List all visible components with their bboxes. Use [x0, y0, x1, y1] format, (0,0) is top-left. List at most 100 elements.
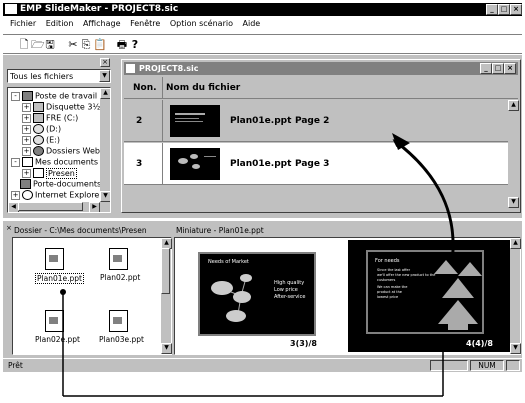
expand-toggle[interactable]: + [11, 190, 20, 200]
slide-thumb-card-selected[interactable]: For needs Since the last offer we'll off… [348, 240, 511, 352]
file-name: Plan03e.ppt [99, 335, 144, 344]
pyramid-diagram [434, 260, 482, 330]
copy-icon[interactable]: ⎘ [80, 39, 92, 51]
menu-aide[interactable]: Aide [243, 19, 261, 28]
file-item[interactable]: Plan01e.ppt [35, 248, 84, 288]
tree-item-fre-c[interactable]: + FRE (C:) [22, 113, 78, 123]
tree-item-internet-explorer[interactable]: + Internet Explorer [11, 190, 103, 200]
column-header-file[interactable]: Nom du fichier [166, 83, 240, 93]
project-header: Non. Nom du fichier [124, 77, 518, 99]
cd-icon [33, 124, 44, 134]
paste-icon[interactable]: 📋 [93, 39, 107, 51]
minimize-button[interactable]: _ [486, 4, 498, 15]
thumb-page-label: 3(3)/8 [290, 339, 317, 348]
app-logo-icon [5, 4, 17, 14]
num-lock-indicator: NUM [470, 360, 504, 371]
tree-item-poste-de-travail[interactable]: - Poste de travail [11, 91, 97, 101]
folder-icon [33, 168, 44, 178]
tree-item-disquette[interactable]: + Disquette 3½ [22, 102, 100, 112]
column-divider [162, 77, 163, 99]
thumbnail-vertical-scrollbar[interactable]: ▲ ▼ [510, 238, 521, 354]
row-file-name: Plan01e.ppt [230, 159, 292, 169]
column-header-no[interactable]: Non. [133, 83, 157, 93]
menu-option-scenario[interactable]: Option scénario [170, 19, 233, 28]
open-icon[interactable]: 🗁 [31, 39, 45, 51]
menu-affichage[interactable]: Affichage [83, 19, 121, 28]
file-type-dropdown[interactable]: Tous les fichiers ▼ [7, 69, 111, 83]
slide-bullet: Since the last offer [377, 268, 411, 272]
expand-toggle[interactable]: + [22, 146, 31, 156]
expand-toggle[interactable]: + [22, 135, 31, 145]
thumbnail-list: Needs of Market High quality Low price A… [174, 237, 521, 355]
table-row[interactable]: 2 Plan01e.ppt Page 2 [124, 100, 508, 142]
file-item[interactable]: Plan02e.ppt [35, 310, 80, 350]
close-button[interactable]: × [510, 4, 522, 15]
expand-toggle[interactable]: + [22, 124, 31, 134]
project-maximize-button[interactable]: □ [492, 63, 504, 74]
table-row[interactable]: 3 Plan01e.ppt Page 3 [124, 143, 508, 185]
tree-item-d[interactable]: + (D:) [22, 124, 61, 134]
menu-fichier[interactable]: Fichier [10, 19, 36, 28]
scroll-thumb[interactable] [161, 248, 170, 294]
folder-panel-close-icon[interactable]: × [6, 224, 12, 232]
status-text: Prêt [8, 361, 23, 370]
explorer-close-button[interactable]: × [100, 58, 110, 67]
slide-title: Needs of Market [208, 259, 249, 265]
column-divider [162, 143, 163, 185]
maximize-button[interactable]: □ [498, 4, 510, 15]
row-number: 3 [136, 159, 143, 169]
scroll-down-arrow-icon[interactable]: ▼ [508, 197, 519, 208]
tree-item-porte-documents[interactable]: Porte-documents [20, 179, 101, 189]
file-type-value: Tous les fichiers [10, 72, 74, 81]
project-close-button[interactable]: × [504, 63, 516, 74]
slide-thumbnail [170, 105, 220, 137]
menu-fenetre[interactable]: Fenêtre [130, 19, 160, 28]
collapse-toggle[interactable]: - [11, 157, 20, 167]
briefcase-icon [20, 179, 31, 189]
expand-toggle[interactable]: + [22, 102, 31, 112]
file-item[interactable]: Plan02.ppt [99, 248, 140, 288]
slide-thumb-card[interactable]: Needs of Market High quality Low price A… [198, 252, 316, 336]
cut-icon[interactable]: ✂ [67, 39, 79, 51]
folder-vertical-scrollbar[interactable]: ▲ ▼ [161, 238, 172, 354]
slide-bullet: customers [377, 278, 396, 282]
scroll-thumb[interactable] [18, 202, 83, 211]
tree-horizontal-scrollbar[interactable]: ◀ ▶ [8, 202, 110, 212]
ppt-file-icon [109, 310, 128, 332]
slide-bullet: High quality [274, 280, 305, 286]
slide-title: For needs [375, 258, 400, 264]
tree-item-e[interactable]: + (E:) [22, 135, 60, 145]
tree-item-mes-documents[interactable]: - Mes documents [11, 157, 98, 167]
expand-toggle[interactable]: + [22, 113, 31, 123]
scroll-right-arrow-icon[interactable]: ▶ [89, 202, 100, 212]
project-title: PROJECT8.sic [139, 64, 199, 73]
file-item[interactable]: Plan03e.ppt [99, 310, 144, 350]
project-vertical-scrollbar[interactable]: ▲ ▼ [508, 100, 519, 208]
ppt-file-icon [45, 248, 64, 270]
tree-item-label: Internet Explorer [35, 190, 103, 200]
scroll-up-arrow-icon[interactable]: ▲ [100, 88, 110, 99]
tree-item-dossiers-web[interactable]: + Dossiers Web [22, 146, 100, 156]
collapse-toggle[interactable]: - [11, 91, 20, 101]
tree-item-label: Presen [46, 167, 77, 179]
tree-item-label: Mes documents [35, 157, 99, 167]
floppy-icon [33, 102, 44, 112]
print-icon[interactable]: 🖶 [116, 39, 128, 51]
scroll-down-arrow-icon[interactable]: ▼ [510, 343, 521, 354]
tree-vertical-scrollbar[interactable]: ▲ ▼ [100, 88, 110, 202]
help-icon[interactable]: ? [129, 39, 141, 51]
chevron-down-icon[interactable]: ▼ [99, 70, 110, 82]
new-icon[interactable]: 🗋 [18, 39, 30, 51]
slide-bullet: we'll offer the new product to the [377, 273, 436, 277]
scroll-down-arrow-icon[interactable]: ▼ [161, 343, 172, 354]
ie-icon [22, 190, 33, 200]
tree-item-presen[interactable]: + Presen [22, 167, 77, 179]
explorer-panel: × Tous les fichiers ▼ - Poste de travail … [5, 57, 113, 215]
project-minimize-button[interactable]: _ [480, 63, 492, 74]
scroll-down-arrow-icon[interactable]: ▼ [100, 191, 110, 202]
expand-toggle[interactable]: + [22, 168, 31, 178]
save-icon[interactable]: 🖫 [44, 39, 56, 51]
scroll-up-arrow-icon[interactable]: ▲ [510, 238, 521, 249]
menu-edition[interactable]: Edition [46, 19, 74, 28]
scroll-up-arrow-icon[interactable]: ▲ [508, 100, 519, 111]
